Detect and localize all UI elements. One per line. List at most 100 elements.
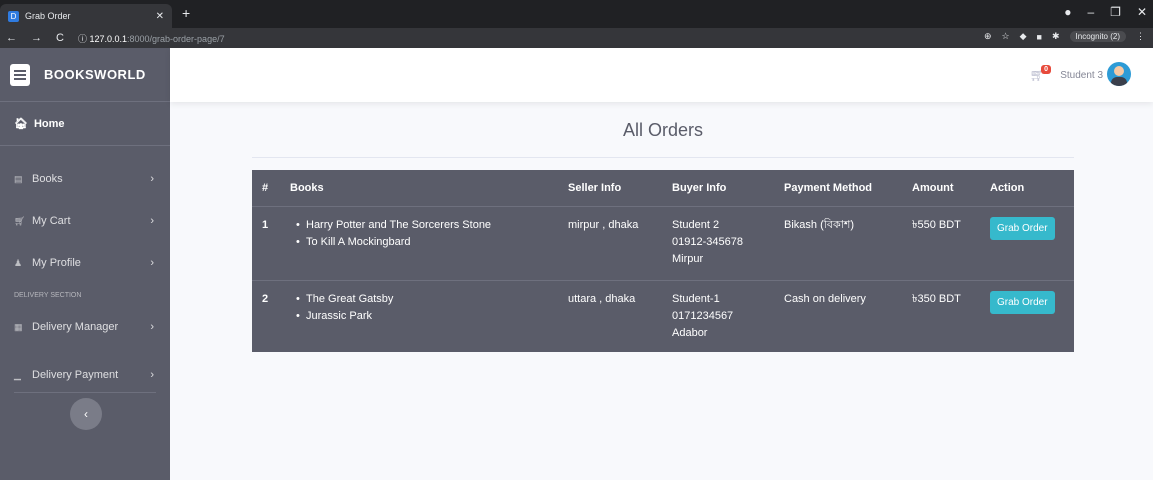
tab-title: Grab Order [25,11,71,21]
grab-order-button[interactable]: Grab Order [990,216,1055,240]
url-field[interactable]: ⓘ 127.0.0.1:8000/grab-order-page/7 [78,32,225,45]
user-name[interactable]: Student 3 [1060,70,1103,81]
extension-icon[interactable]: ■ [1037,32,1042,42]
book-icon: ▤ [14,173,23,184]
chevron-right-icon: › [150,257,154,269]
address-bar: ← → C ⓘ 127.0.0.1:8000/grab-order-page/7… [0,28,1153,48]
address-bar-actions: ⊕ ☆ ◆ ■ ✱ Incognito (2) ⋮ [984,31,1145,42]
order-books: Harry Potter and The Sorcerers Stone To … [280,206,558,280]
brand[interactable]: BOOKSWORLD [0,48,170,102]
info-icon: ⓘ [77,33,90,44]
column-header: Seller Info [558,170,662,207]
sidebar-item-books[interactable]: ▤ Books › [0,158,170,200]
book-logo-icon [10,63,30,86]
sidebar-item-label: Home [33,117,65,130]
window-controls: ● – ❐ ✕ [1064,5,1147,19]
order-amount: ৳550 BDT [912,218,961,231]
table-header-row: # Books Seller Info Buyer Info Payment M… [252,170,1074,207]
site-favicon-icon: D [8,10,19,22]
order-books: The Great Gatsby Jurassic Park [280,279,558,352]
topbar: 🛒︎ 0 Student 3 [170,48,1153,102]
book-list: The Great Gatsby Jurassic Park [290,291,548,325]
column-header: Action [980,170,1074,207]
browser-tabbar: D Grab Order ✕ + ● – ❐ ✕ [0,0,1153,28]
book-item: Jurassic Park [290,308,548,325]
order-number: 2 [252,279,280,352]
column-header: Payment Method [774,170,902,207]
sidebar-item-my-profile[interactable]: ♟ My Profile › [0,242,170,284]
chevron-right-icon: › [150,369,154,381]
sidebar-divider [14,392,156,393]
restore-icon[interactable]: ❐ [1110,5,1121,19]
url-host: 127.0.0.1 [89,33,128,44]
close-window-icon[interactable]: ✕ [1137,5,1147,19]
menu-icon[interactable]: ⋮ [1136,31,1145,42]
sidebar-item-delivery-payment[interactable]: ▁ Delivery Payment › [0,354,170,396]
grab-order-button[interactable]: Grab Order [990,290,1055,314]
orders-table: # Books Seller Info Buyer Info Payment M… [252,170,1074,352]
book-item: Harry Potter and The Sorcerers Stone [290,217,548,234]
order-amount: ৳350 BDT [902,279,980,352]
sidebar-item-label: Delivery Manager [32,321,119,333]
sidebar-toggle-button[interactable]: ‹ [70,398,102,430]
new-tab-icon[interactable]: + [182,5,190,21]
sidebar-item-label: Books [32,173,63,185]
cart-count-badge: 0 [1041,65,1051,74]
column-header: Buyer Info [662,170,774,207]
sidebar-item-label: Delivery Payment [32,369,119,381]
cart-icon: 🛒︎ [14,215,26,226]
sidebar-section-heading: DELIVERY SECTION [14,292,82,299]
back-icon[interactable]: ← [6,32,17,44]
buyer-name: Student 2 [672,218,720,231]
forward-icon[interactable]: → [31,32,42,44]
sidebar-item-my-cart[interactable]: 🛒︎ My Cart › [0,200,170,242]
close-tab-icon[interactable]: ✕ [156,11,164,22]
chevron-left-icon: ‹ [84,407,88,421]
buyer-info: Student 2 01912-345678 Mirpur [662,206,774,280]
user-icon: ♟ [14,257,23,268]
column-header: Amount [902,170,980,207]
page-title: All Orders [622,120,703,140]
sidebar-item-delivery-manager[interactable]: ▦ Delivery Manager › [0,306,170,348]
table-icon: ▦ [14,321,23,332]
buyer-phone: 0171234567 [672,309,734,322]
chart-icon: ▁ [14,369,21,380]
brand-name: BOOKSWORLD [44,67,146,82]
minimize-icon[interactable]: – [1087,5,1094,19]
payment-method: Bikash (বিকাশ) [784,218,855,231]
sidebar-item-label: My Profile [32,257,81,269]
order-action: Grab Order [980,206,1074,280]
order-action: Grab Order [980,279,1074,352]
chevron-right-icon: › [150,215,154,227]
sidebar-item-home[interactable]: 🏠︎ Home [0,102,170,146]
column-header: # [252,170,280,207]
book-item: The Great Gatsby [290,291,548,308]
profile-icon[interactable]: ● [1064,5,1071,19]
browser-tab[interactable]: D Grab Order ✕ [0,4,172,28]
puzzle-icon[interactable]: ✱ [1052,31,1060,42]
url-path: :8000/grab-order-page/7 [127,33,225,44]
avatar[interactable] [1107,62,1131,86]
seller-info: mirpur , dhaka [568,218,639,231]
chevron-right-icon: › [150,173,154,185]
payment-method: Cash on delivery [774,279,902,352]
book-list: Harry Potter and The Sorcerers Stone To … [290,217,548,251]
buyer-area: Mirpur [672,252,704,265]
buyer-info: Student-1 0171234567 Adabor [662,279,774,352]
column-header: Books [280,170,558,207]
table-row: 2 The Great Gatsby Jurassic Park uttara … [252,279,1074,352]
home-icon: 🏠︎ [14,118,28,130]
zoom-icon[interactable]: ⊕ [984,31,992,42]
star-icon[interactable]: ☆ [1002,31,1010,42]
chevron-right-icon: › [150,321,154,333]
seller-info: uttara , dhaka [558,279,662,352]
book-item: To Kill A Mockingbard [290,234,548,251]
extension-icon[interactable]: ◆ [1020,31,1027,42]
buyer-phone: 01912-345678 [672,235,743,248]
sidebar: BOOKSWORLD 🏠︎ Home ▤ Books › 🛒︎ My Cart … [0,48,170,480]
incognito-badge[interactable]: Incognito (2) [1069,31,1126,42]
reload-icon[interactable]: C [56,32,64,44]
buyer-name: Student-1 [672,292,720,305]
divider [252,157,1074,158]
sidebar-item-label: My Cart [32,215,71,227]
